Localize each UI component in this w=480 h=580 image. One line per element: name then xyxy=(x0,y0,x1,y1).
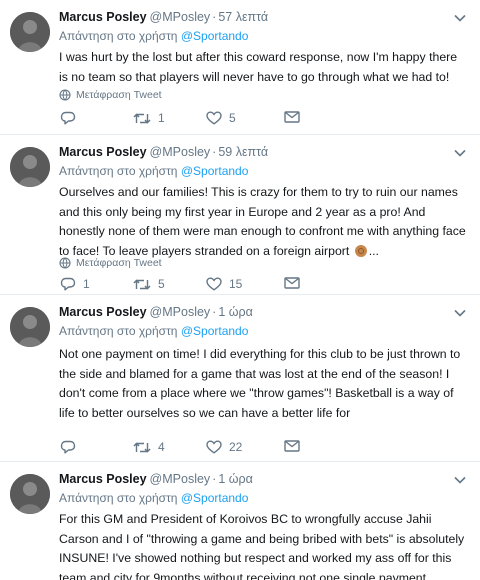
separator-dot: · xyxy=(212,10,217,24)
mail-icon xyxy=(284,277,300,289)
reply-button[interactable] xyxy=(60,111,83,125)
author-handle[interactable]: @MPosley xyxy=(150,145,211,159)
heart-icon xyxy=(206,440,222,454)
tweet-actions: 1 5 15 xyxy=(59,277,359,295)
author-name[interactable]: Marcus Posley xyxy=(59,145,147,159)
tweet-actions: 1 5 xyxy=(59,111,359,129)
retweet-icon xyxy=(133,442,151,452)
retweet-button[interactable]: 1 xyxy=(133,111,165,125)
tweet-text: Not one payment on time! I did everythin… xyxy=(59,345,469,423)
like-button[interactable]: 5 xyxy=(206,111,236,125)
reply-context: Απάντηση στο χρήστη @Sportando xyxy=(59,324,248,338)
tweet-text-content: Not one payment on time! I did everythin… xyxy=(59,347,461,420)
tweet-text-tail: ... xyxy=(368,243,379,258)
like-count: 15 xyxy=(229,277,243,291)
mail-icon xyxy=(284,440,300,452)
tweet[interactable]: Marcus Posley @MPosley · 59 λεπτά Απάντηση … xyxy=(0,135,480,295)
tweet-text-content: Ourselves and our families! This is craz… xyxy=(59,185,466,258)
chevron-down-icon[interactable] xyxy=(454,14,466,22)
reply-prefix: Απάντηση στο χρήστη xyxy=(59,491,178,505)
tweet-text: For this GM and President of Koroivos BC… xyxy=(59,510,469,580)
reply-context: Απάντηση στο χρήστη @Sportando xyxy=(59,491,248,505)
reply-count: 1 xyxy=(83,277,90,291)
reply-icon xyxy=(60,277,76,291)
reply-to-link[interactable]: @Sportando xyxy=(181,164,249,178)
translate-label[interactable]: Μετάφραση Tweet xyxy=(76,257,162,269)
separator-dot: · xyxy=(212,305,217,319)
reply-context: Απάντηση στο χρήστη @Sportando xyxy=(59,29,248,43)
chevron-down-icon[interactable] xyxy=(454,476,466,484)
like-count: 22 xyxy=(229,440,243,454)
author-handle[interactable]: @MPosley xyxy=(150,472,211,486)
retweet-button[interactable]: 4 xyxy=(133,440,165,454)
tweet-actions: 4 22 xyxy=(59,440,359,458)
author-name[interactable]: Marcus Posley xyxy=(59,10,147,24)
reply-prefix: Απάντηση στο χρήστη xyxy=(59,29,178,43)
reply-button[interactable]: 1 xyxy=(60,277,90,291)
direct-message-button[interactable] xyxy=(284,111,300,123)
heart-icon xyxy=(206,111,222,125)
retweet-count: 1 xyxy=(158,111,165,125)
mail-icon xyxy=(284,111,300,123)
avatar[interactable] xyxy=(10,12,50,52)
globe-icon xyxy=(59,89,71,101)
translate-tweet[interactable]: Μετάφραση Tweet xyxy=(59,257,162,269)
tweet-header: Marcus Posley @MPosley · 1 ώρα xyxy=(59,472,253,486)
avatar[interactable] xyxy=(10,307,50,347)
direct-message-button[interactable] xyxy=(284,440,300,452)
separator-dot: · xyxy=(212,145,217,159)
author-name[interactable]: Marcus Posley xyxy=(59,305,147,319)
chevron-down-icon[interactable] xyxy=(454,149,466,157)
like-count: 5 xyxy=(229,111,236,125)
retweet-button[interactable]: 5 xyxy=(133,277,165,291)
tweet-time[interactable]: 57 λεπτά xyxy=(218,10,268,24)
reply-prefix: Απάντηση στο χρήστη xyxy=(59,164,178,178)
retweet-icon xyxy=(133,279,151,289)
chevron-down-icon[interactable] xyxy=(454,309,466,317)
translate-label[interactable]: Μετάφραση Tweet xyxy=(76,89,162,101)
direct-message-button[interactable] xyxy=(284,277,300,289)
reply-prefix: Απάντηση στο χρήστη xyxy=(59,324,178,338)
tweet-time[interactable]: 1 ώρα xyxy=(218,472,253,486)
tweet[interactable]: Marcus Posley @MPosley · 1 ώρα Απάντηση στο… xyxy=(0,295,480,462)
globe-icon xyxy=(59,257,71,269)
tweet[interactable]: Marcus Posley @MPosley · 1 ώρα Απάντηση στο… xyxy=(0,462,480,580)
tweet-time[interactable]: 59 λεπτά xyxy=(218,145,268,159)
avatar[interactable] xyxy=(10,474,50,514)
like-button[interactable]: 15 xyxy=(206,277,242,291)
reply-to-link[interactable]: @Sportando xyxy=(181,324,249,338)
reply-icon xyxy=(60,440,76,454)
tweet-header: Marcus Posley @MPosley · 59 λεπτά xyxy=(59,145,268,159)
reply-button[interactable] xyxy=(60,440,83,454)
reply-context: Απάντηση στο χρήστη @Sportando xyxy=(59,164,248,178)
retweet-count: 4 xyxy=(158,440,165,454)
tweet-header: Marcus Posley @MPosley · 1 ώρα xyxy=(59,305,253,319)
tweet-text: I was hurt by the lost but after this co… xyxy=(59,48,469,87)
heart-icon xyxy=(206,277,222,291)
tweet-text-content: For this GM and President of Koroivos BC… xyxy=(59,512,465,580)
tweet[interactable]: Marcus Posley @MPosley · 57 λεπτά Απάντηση … xyxy=(0,0,480,135)
separator-dot: · xyxy=(212,472,217,486)
retweet-count: 5 xyxy=(158,277,165,291)
retweet-icon xyxy=(133,113,151,123)
tweet-header: Marcus Posley @MPosley · 57 λεπτά xyxy=(59,10,268,24)
reply-to-link[interactable]: @Sportando xyxy=(181,29,249,43)
tweet-text-content: I was hurt by the lost but after this co… xyxy=(59,50,458,84)
reply-to-link[interactable]: @Sportando xyxy=(181,491,249,505)
reply-icon xyxy=(60,111,76,125)
avatar[interactable] xyxy=(10,147,50,187)
author-handle[interactable]: @MPosley xyxy=(150,10,211,24)
tweet-text: Ourselves and our families! This is craz… xyxy=(59,183,469,261)
author-handle[interactable]: @MPosley xyxy=(150,305,211,319)
translate-tweet[interactable]: Μετάφραση Tweet xyxy=(59,89,162,101)
author-name[interactable]: Marcus Posley xyxy=(59,472,147,486)
ok-hand-emoji-icon xyxy=(354,244,367,257)
tweet-time[interactable]: 1 ώρα xyxy=(218,305,253,319)
like-button[interactable]: 22 xyxy=(206,440,242,454)
